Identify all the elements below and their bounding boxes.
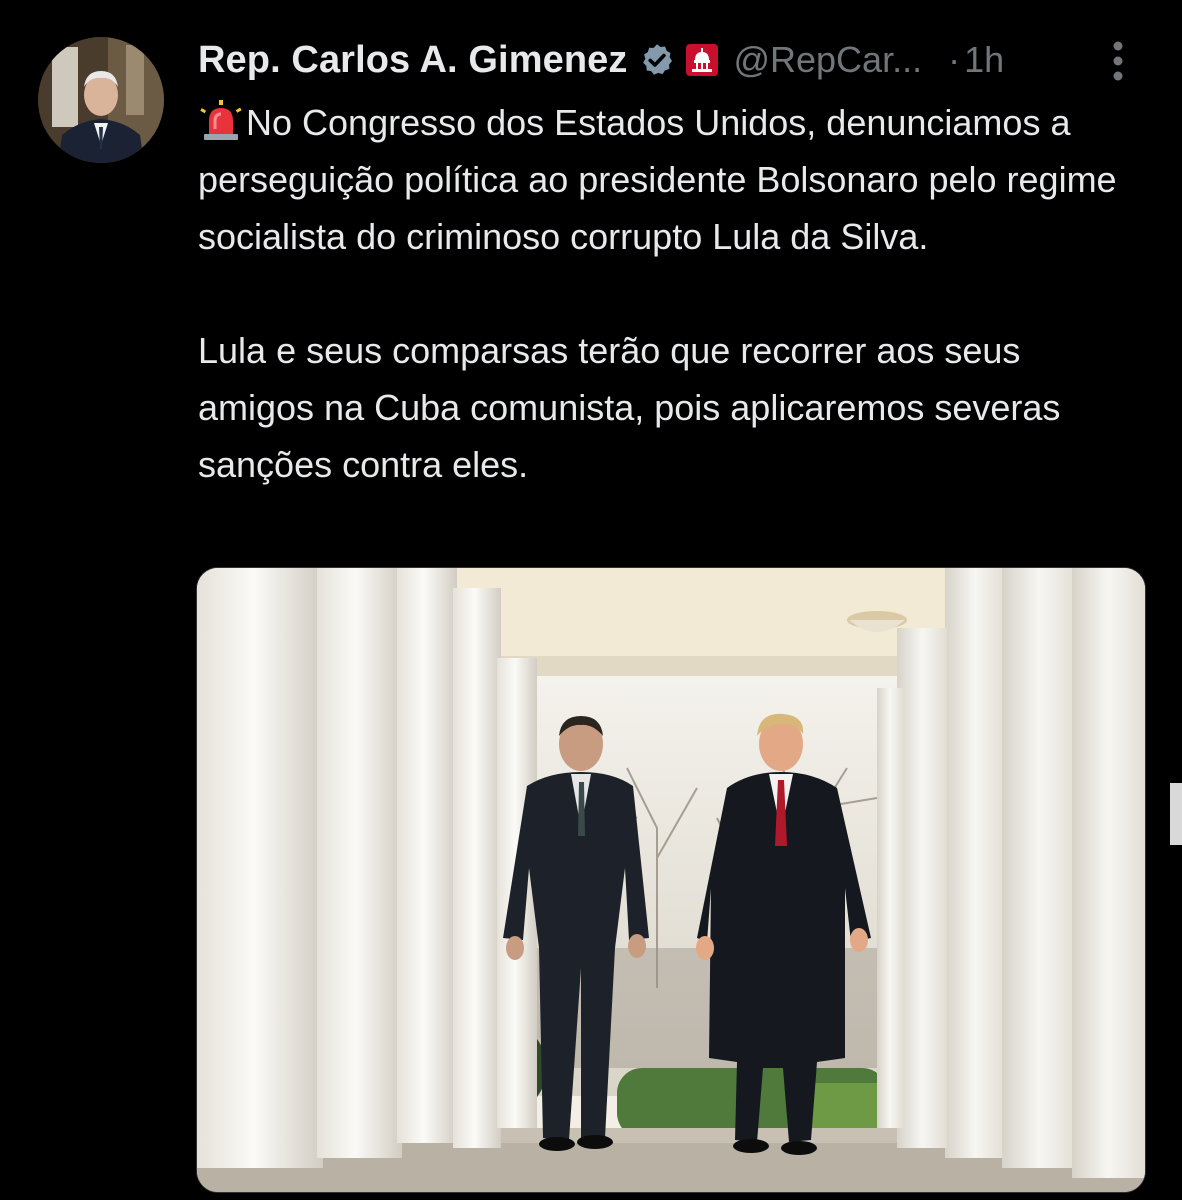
us-capitol-badge-icon[interactable] — [685, 43, 719, 77]
tweet-body: No Congresso dos Estados Unidos, denunci… — [198, 94, 1138, 493]
rotating-light-siren-icon — [198, 99, 244, 141]
tweet-media-photo[interactable] — [196, 567, 1146, 1193]
author-avatar[interactable] — [38, 37, 164, 163]
tweet-paragraph-2: Lula e seus comparsas terão que recorrer… — [198, 330, 1061, 485]
tweet-header: Rep. Carlos A. Gimenez @RepCar... · 1h — [198, 34, 1138, 86]
author-handle[interactable]: @RepCar... — [733, 39, 922, 81]
header-separator: · — [948, 39, 961, 80]
tweet-paragraph-1: No Congresso dos Estados Unidos, denunci… — [198, 94, 1138, 265]
person-portrait-avatar — [38, 37, 164, 163]
more-vertical-icon[interactable] — [1108, 40, 1128, 82]
tweet-timestamp[interactable]: 1h — [964, 39, 1004, 81]
author-display-name[interactable]: Rep. Carlos A. Gimenez — [198, 39, 627, 82]
tweet-paragraph-1-text: No Congresso dos Estados Unidos, denunci… — [198, 102, 1117, 257]
two-men-walking-colonnade-photo — [197, 568, 1145, 1192]
scrollbar-thumb[interactable] — [1170, 783, 1182, 845]
tweet[interactable]: Rep. Carlos A. Gimenez @RepCar... · 1h N… — [0, 0, 1182, 1200]
verified-badge-icon[interactable] — [639, 42, 675, 78]
